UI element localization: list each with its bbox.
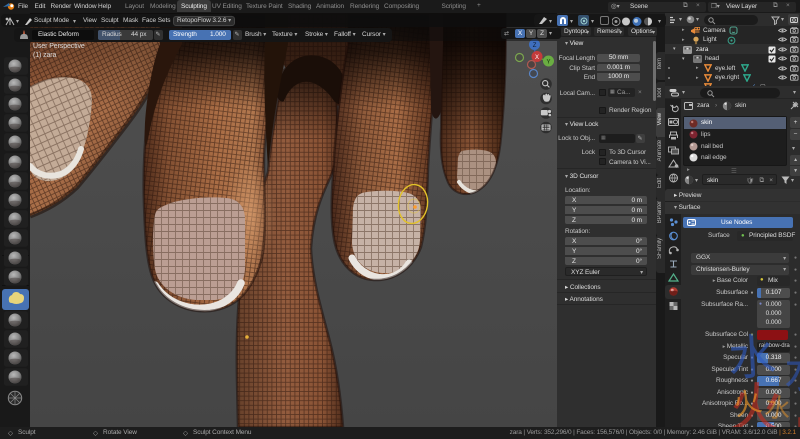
svg-text:Z: Z [533,43,537,49]
svg-text:X: X [535,55,539,61]
svg-text:User Perspective: User Perspective [33,43,85,50]
svg-text:Y: Y [547,60,551,66]
svg-text:(1) zara: (1) zara [33,52,57,59]
